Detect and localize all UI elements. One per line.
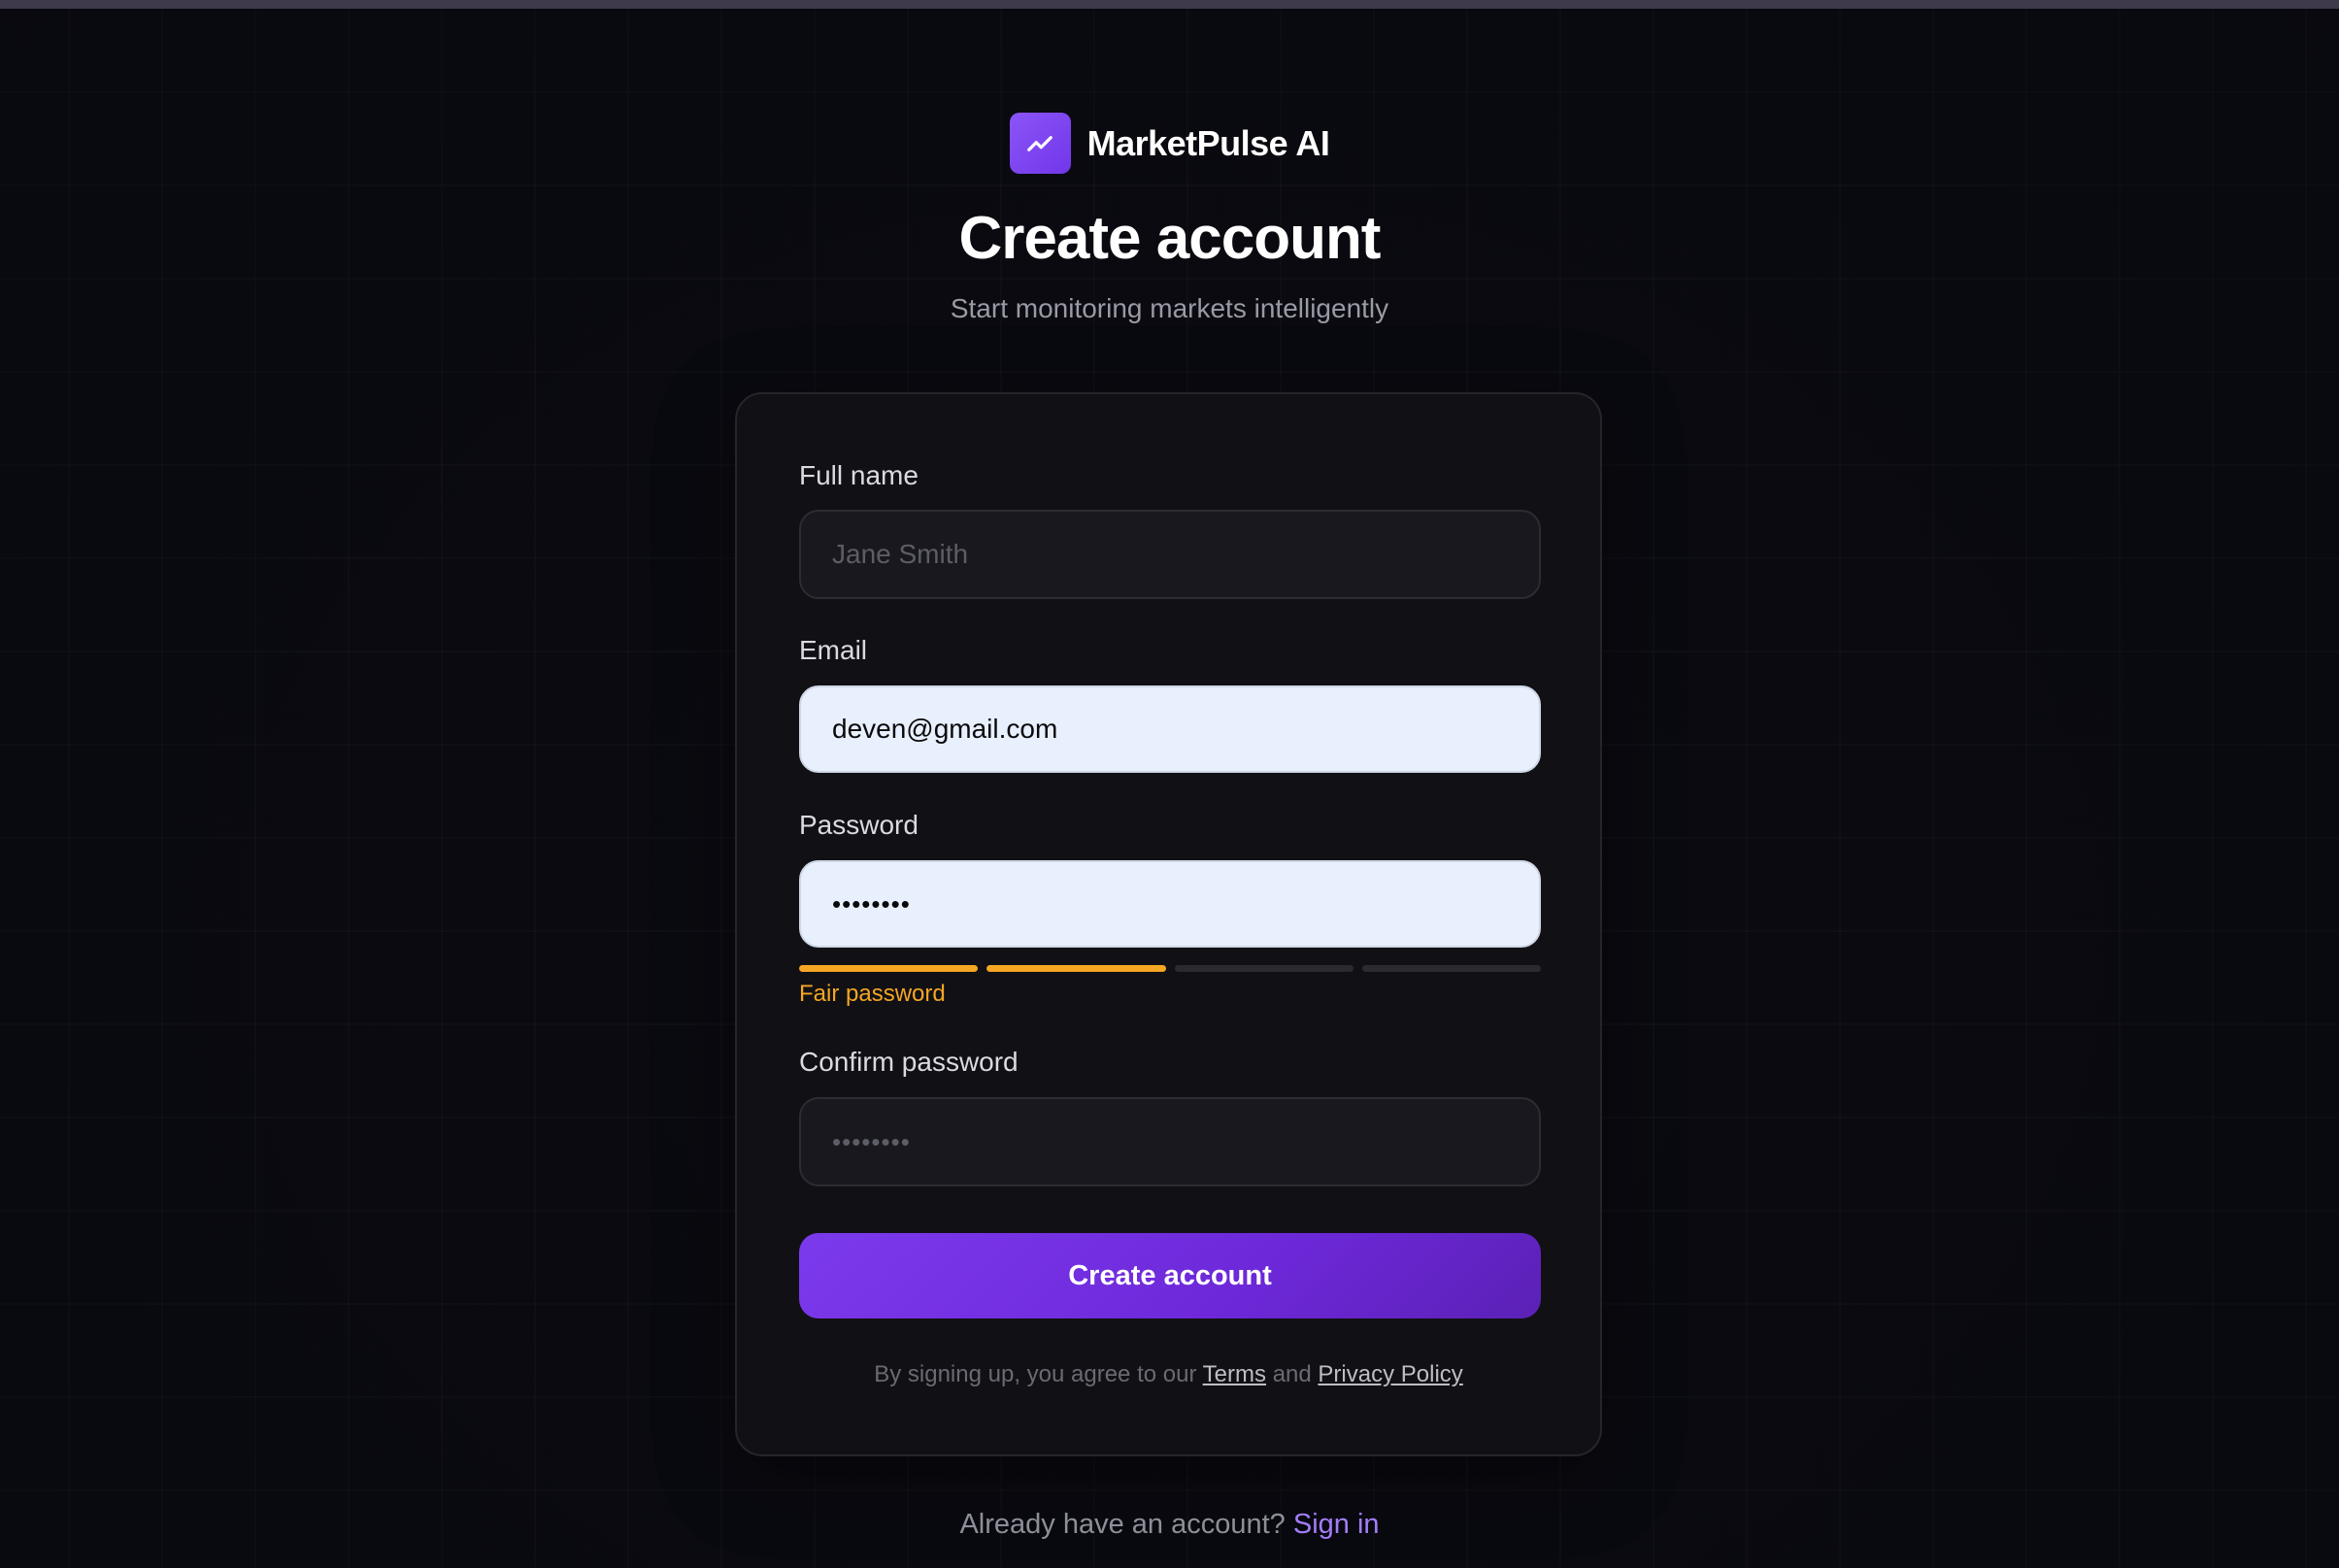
brand-header: MarketPulse AI [0,113,2339,174]
email-input[interactable] [799,685,1541,773]
password-input[interactable] [799,860,1541,948]
full-name-input[interactable] [799,510,1541,599]
trending-up-icon [1027,135,1053,151]
password-label: Password [799,810,919,840]
signin-prompt-text: Already have an account? [959,1509,1286,1540]
privacy-policy-link[interactable]: Privacy Policy [1318,1361,1462,1387]
terms-notice: By signing up, you agree to our Terms an… [735,1361,1602,1388]
page-title: Create account [958,205,1382,272]
terms-conjunction: and [1272,1361,1312,1387]
email-label: Email [799,635,868,665]
signup-page: MarketPulse AI Create account Start moni… [0,0,2339,1568]
brand-name: MarketPulse AI [1086,122,1330,163]
terms-prefix: By signing up, you agree to our [874,1361,1197,1387]
signin-prompt: Already have an account? Sign in [0,1509,2339,1541]
password-strength-meter [799,965,1541,972]
strength-segment [986,965,1166,972]
brand-logo [1009,113,1071,174]
confirm-password-label: Confirm password [799,1047,1019,1077]
strength-segment [799,965,979,972]
create-account-button[interactable]: Create account [799,1233,1541,1318]
terms-link[interactable]: Terms [1203,1361,1266,1387]
signin-link[interactable]: Sign in [1293,1509,1380,1540]
strength-segment [1361,965,1541,972]
strength-segment [1174,965,1353,972]
top-bar [0,0,2339,9]
confirm-password-input[interactable] [799,1097,1541,1186]
password-strength-text: Fair password [799,981,946,1007]
full-name-label: Full name [799,460,919,490]
page-subtitle: Start monitoring markets intelligently [950,293,1389,323]
